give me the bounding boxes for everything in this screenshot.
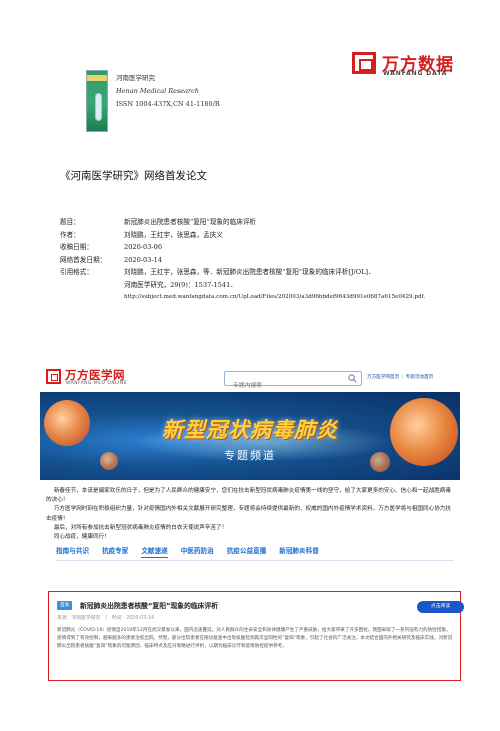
wanfang-med-logo-subtext: WANFANG MED ONLINE: [66, 381, 128, 386]
tab-science-popularization[interactable]: 新冠肺炎科普: [279, 544, 319, 558]
banner-title: 新型冠状病毒肺炎: [162, 418, 338, 442]
intro-paragraph: 万方医学网时刻在积极组织力量，针对疫情国内外相关文献展开研究整理，专题将会持续提…: [46, 506, 451, 522]
topic-search-input[interactable]: [225, 379, 340, 393]
covid-topic-banner: 新型冠状病毒肺炎 专题频道: [40, 392, 460, 480]
meta-citation-row: 引用格式： 刘晓鹏，王红宇，张思森，等．新冠肺炎出院患者核酸“复阳”现象的临床评…: [60, 266, 425, 279]
journal-cover-thumbnail: [86, 70, 108, 132]
meta-title-value: 新冠肺炎出院患者核酸“复阳”现象的临床评析: [124, 218, 257, 226]
meta-citation-row-3: http://subject.med.wanfangdata.com.cn/Up…: [60, 291, 425, 304]
journal-name-en: Henan Medical Research: [116, 87, 199, 95]
meta-received-row: 收稿日期： 2020-03-06: [60, 241, 425, 254]
meta-citation-line1: 刘晓鹏，王红宇，张思森，等．新冠肺炎出院患者核酸“复阳”现象的临床评析[J/OL…: [124, 268, 375, 276]
top-links: 万方医学网首页 | 专题活动首页: [367, 374, 433, 380]
article-date: 时间：2020-03-14: [111, 616, 155, 621]
meta-citation-label: 引用格式：: [60, 268, 93, 276]
document-title: 《河南医学研究》网络首发论文: [60, 170, 207, 182]
wanfang-logo-subtext: WANFANG DATA: [383, 70, 448, 77]
journal-name-cn: 河南医学研究: [116, 74, 155, 82]
meta-author-row: 作者： 刘晓鹏，王红宇，张思森，孟庆义: [60, 229, 425, 242]
intro-text: 新春佳节，本该是阖家欢乐的日子，但是为了人民群众的健康安宁，您们在抗击新型冠状病…: [46, 487, 456, 542]
topic-search-box: [224, 371, 362, 393]
meta-author-label: 作者：: [60, 230, 80, 239]
promo-header: 万方医学网 WANFANG MED ONLINE 万方医学网首页 | 专题活动首…: [40, 366, 460, 393]
wanfang-logo-icon: [352, 52, 376, 74]
intro-paragraph: 最后，对所有参加抗击新型冠状病毒肺炎疫情的白衣天使说声辛苦了！: [53, 524, 228, 531]
meta-title-label: 题目：: [60, 218, 80, 226]
article-card[interactable]: 首发 新冠肺炎出院患者核酸“复阳”现象的临床评析 来源：河南医学研究 | 时间：20…: [48, 591, 464, 681]
search-icon[interactable]: [348, 374, 357, 383]
read-button[interactable]: 点击阅读: [417, 601, 464, 613]
meta-online-row: 网络首发日期： 2020-03-14: [60, 254, 425, 267]
article-source: 来源：河南医学研究: [57, 616, 101, 621]
citation-url-link[interactable]: http://subject.med.wanfangdata.com.cn/Up…: [124, 291, 425, 304]
tabs-divider: [56, 560, 454, 561]
meta-online-value: 2020-03-14: [124, 255, 163, 264]
topic-nav-tabs: 指南与共识 抗疫专家 文献速递 中医药防治 抗疫公益直播 新冠肺炎科普: [56, 544, 456, 558]
article-summary: 新冠肺炎（COVID-19）疫情自2019年12月在武汉暴发以来，国内迅速蔓延，…: [57, 628, 453, 650]
meta-received-label: 收稿日期：: [60, 243, 93, 251]
banner-subtitle: 专题频道: [224, 449, 276, 462]
journal-info: 河南医学研究 Henan Medical Research ISSN 1004-…: [116, 72, 220, 111]
meta-title-row: 题目： 新冠肺炎出院患者核酸“复阳”现象的临床评析: [60, 216, 425, 229]
tab-guidelines[interactable]: 指南与共识: [56, 544, 89, 558]
article-metadata: 题目： 新冠肺炎出院患者核酸“复阳”现象的临床评析 作者： 刘晓鹏，王红宇，张思…: [60, 216, 425, 304]
link-separator: |: [401, 375, 404, 380]
wanfang-med-logo[interactable]: 万方医学网 WANFANG MED ONLINE: [46, 368, 146, 388]
tab-public-live[interactable]: 抗疫公益直播: [227, 544, 267, 558]
journal-issn: ISSN 1004-437X,CN 41-1180/R: [116, 100, 220, 108]
capsule-icon: [95, 93, 102, 121]
meta-received-value: 2020-03-06: [124, 243, 163, 251]
tab-tcm-prevention[interactable]: 中医药防治: [181, 544, 214, 558]
meta-author-value: 刘晓鹏，王红宇，张思森，孟庆义: [124, 230, 223, 239]
wanfang-data-logo: 万方数据 WANFANG DATA: [352, 52, 464, 78]
tab-literature[interactable]: 文献速递: [141, 544, 168, 558]
intro-paragraph: 同心战疫，健康同行！: [53, 534, 110, 541]
first-release-badge: 首发: [57, 601, 73, 610]
meta-citation-row-2: 河南医学研究，29(9)：1537-1541．: [60, 279, 425, 292]
meta-citation-line2: 河南医学研究，29(9)：1537-1541．: [124, 280, 237, 289]
article-title[interactable]: 新冠肺炎出院患者核酸“复阳”现象的临床评析: [80, 600, 218, 610]
link-topic-home[interactable]: 专题活动首页: [406, 375, 434, 380]
intro-paragraph: 新春佳节，本该是阖家欢乐的日子，但是为了人民群众的健康安宁，您们在抗击新型冠状病…: [46, 488, 451, 504]
link-wanfang-med-home[interactable]: 万方医学网首页: [367, 375, 399, 380]
meta-online-label: 网络首发日期：: [60, 255, 107, 264]
article-meta: 来源：河南医学研究 | 时间：2020-03-14: [57, 616, 155, 621]
tab-experts[interactable]: 抗疫专家: [102, 544, 128, 558]
wanfang-med-logo-icon: [46, 369, 61, 384]
